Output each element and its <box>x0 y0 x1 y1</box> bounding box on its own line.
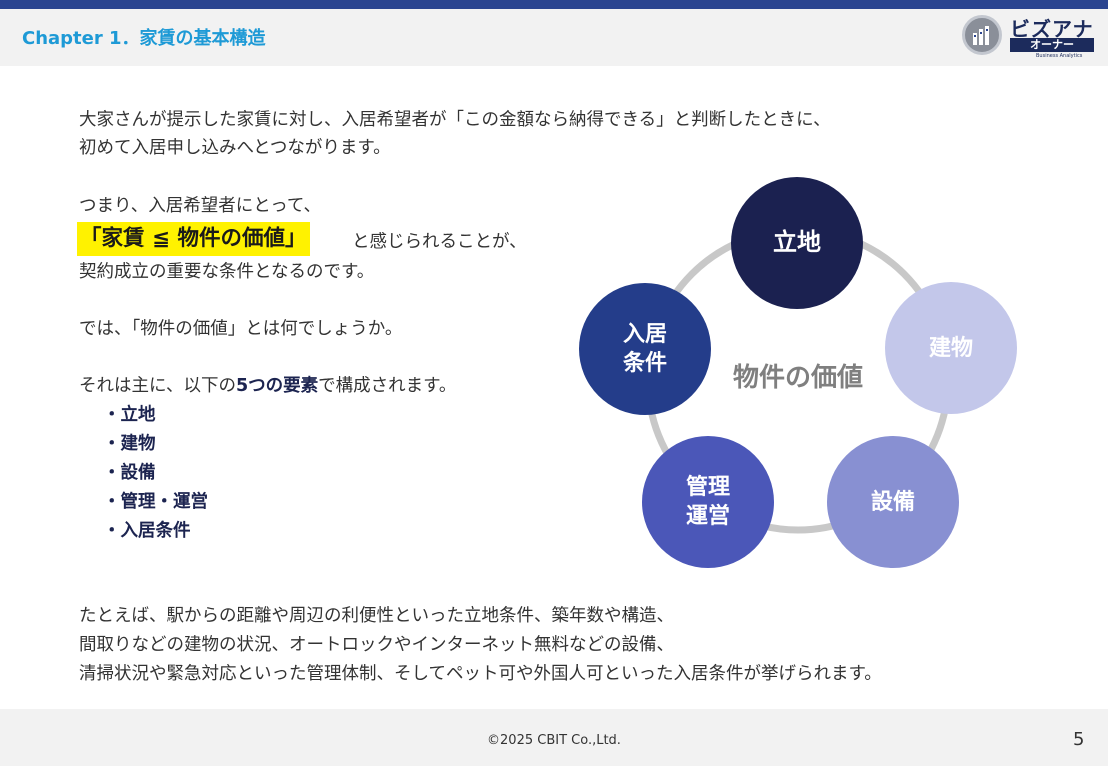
elements-intro: それは主に、以下の5つの要素で構成されます。 <box>79 372 456 400</box>
rent-value-highlight: 「家賃 ≦ 物件の価値」 <box>77 222 310 256</box>
question-line: では、「物件の価値」とは何でしょうか。 <box>79 319 403 339</box>
list-item: ・管理・運営 <box>103 492 208 512</box>
building-logo-icon <box>962 15 1002 55</box>
page-number: 5 <box>1073 729 1085 750</box>
node-move-in-label-1: 入居 <box>623 322 667 347</box>
copyright-text: ©2025 CBIT Co.,Ltd. <box>487 733 621 748</box>
node-equipment: 設備 <box>827 436 959 568</box>
list-item: ・建物 <box>103 434 156 454</box>
elements-list: ・立地 ・建物 ・設備 ・管理・運営 ・入居条件 <box>103 401 208 546</box>
node-management: 管理 運営 <box>642 436 774 568</box>
elements-intro-emphasis: 5つの要素 <box>235 376 319 396</box>
value-para-line-2: と感じられることが、 <box>352 232 527 252</box>
logo-tagline: Business Analytics <box>1036 53 1083 59</box>
intro-line-2: 初めて入居申し込みへとつながります。 <box>79 138 391 158</box>
node-move-in-label-2: 条件 <box>622 350 667 376</box>
intro-line-1: 大家さんが提示した家賃に対し、入居希望者が「この金額なら納得できる」と判断したと… <box>79 110 831 130</box>
node-equipment-label: 設備 <box>871 489 915 515</box>
node-building: 建物 <box>885 282 1017 414</box>
footer-bar: ©2025 CBIT Co.,Ltd. 5 <box>0 709 1108 766</box>
node-location: 立地 <box>731 177 863 309</box>
property-value-diagram: 物件の価値 立地 建物 設備 管理 運営 入居 条件 <box>579 177 1017 568</box>
example-line-3: 清掃状況や緊急対応といった管理体制、そしてペット可や外国人可といった入居条件が挙… <box>79 664 882 684</box>
diagram-center-label: 物件の価値 <box>733 363 863 393</box>
list-item: ・入居条件 <box>103 521 191 541</box>
chapter-title: Chapter 1．家賃の基本構造 <box>22 28 266 49</box>
header-bar: Chapter 1．家賃の基本構造 ビズアナ オーナー Business Ana… <box>0 9 1108 66</box>
brand-logo: ビズアナ オーナー Business Analytics <box>962 13 1094 61</box>
node-location-label: 立地 <box>773 228 821 256</box>
top-accent-bar <box>0 0 1108 9</box>
node-building-label: 建物 <box>929 335 973 361</box>
list-item: ・立地 <box>103 405 156 425</box>
value-para-line-1: つまり、入居希望者にとって、 <box>79 196 322 216</box>
list-item: ・設備 <box>103 463 156 483</box>
elements-intro-suffix: で構成されます。 <box>318 376 457 396</box>
node-move-in-conditions: 入居 条件 <box>579 283 711 415</box>
example-line-1: たとえば、駅からの距離や周辺の利便性といった立地条件、築年数や構造、 <box>79 606 674 626</box>
value-para-line-3: 契約成立の重要な条件となるのです。 <box>79 262 375 282</box>
logo-subtitle: オーナー <box>1010 38 1094 52</box>
node-management-label-1: 管理 <box>686 474 730 500</box>
elements-intro-prefix: それは主に、以下の <box>79 376 236 396</box>
example-line-2: 間取りなどの建物の状況、オートロックやインターネット無料などの設備、 <box>79 635 674 655</box>
node-management-label-2: 運営 <box>686 503 730 529</box>
